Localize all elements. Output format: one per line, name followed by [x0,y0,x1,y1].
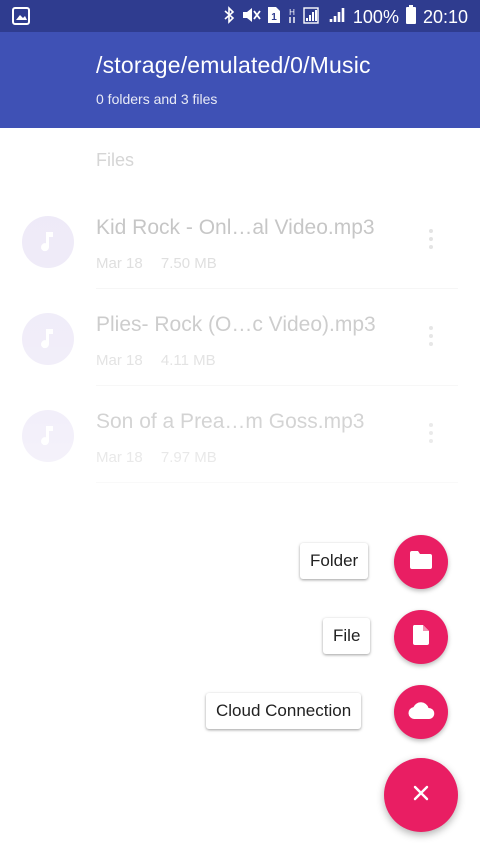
status-bar: 1 H 100% 20:10 [0,0,480,32]
page-title: /storage/emulated/0/Music [96,52,371,78]
signal-icon [303,6,323,29]
file-meta: Mar 18 7.50 MB [96,255,231,272]
file-icon [412,624,430,651]
file-meta: Mar 18 7.97 MB [96,449,231,466]
file-size: 7.97 MB [160,449,217,466]
svg-text:H: H [289,8,295,17]
music-note-icon [22,313,74,365]
more-vert-icon[interactable] [420,319,442,353]
file-name: Kid Rock - Onl…al Video.mp3 [96,216,375,239]
battery-percent: 100% [352,7,399,27]
list-item[interactable]: Kid Rock - Onl…al Video.mp3 Mar 18 7.50 … [0,192,480,289]
section-header: Files [96,150,135,170]
folder-icon [409,550,433,575]
more-vert-icon[interactable] [420,222,442,256]
list-item[interactable]: Son of a Prea…m Goss.mp3 Mar 18 7.97 MB [0,386,480,483]
file-date: Mar 18 [96,449,143,466]
clock: 20:10 [422,7,468,27]
music-note-icon [22,216,74,268]
fab-label-file[interactable]: File [323,618,371,654]
gallery-icon [12,7,30,30]
more-vert-icon[interactable] [420,416,442,450]
new-cloud-connection-button[interactable] [394,685,448,739]
battery-icon [405,5,417,30]
cloud-icon [407,700,435,725]
close-fab-button[interactable] [384,758,458,832]
mute-icon [241,6,261,29]
svg-text:1: 1 [271,12,277,23]
list-item[interactable]: Plies- Rock (O…c Video).mp3 Mar 18 4.11 … [0,289,480,386]
signal-icon-2 [329,6,347,29]
fab-label-cloud-connection[interactable]: Cloud Connection [206,693,362,729]
network-h-icon: H [287,6,297,29]
file-date: Mar 18 [96,255,143,272]
new-file-button[interactable] [394,610,448,664]
file-meta: Mar 18 4.11 MB [96,352,230,369]
page-subtitle: 0 folders and 3 files [96,91,218,107]
app-bar: /storage/emulated/0/Music 0 folders and … [0,32,480,128]
file-name: Son of a Prea…m Goss.mp3 [96,410,365,433]
file-size: 7.50 MB [160,255,217,272]
new-folder-button[interactable] [394,535,448,589]
file-date: Mar 18 [96,352,143,369]
music-note-icon [22,410,74,462]
divider [96,482,458,483]
file-name: Plies- Rock (O…c Video).mp3 [96,313,376,336]
fab-label-folder[interactable]: Folder [300,543,369,579]
close-icon [412,784,430,807]
bluetooth-icon [223,6,235,29]
file-size: 4.11 MB [160,352,216,369]
sim-icon: 1 [267,6,281,29]
